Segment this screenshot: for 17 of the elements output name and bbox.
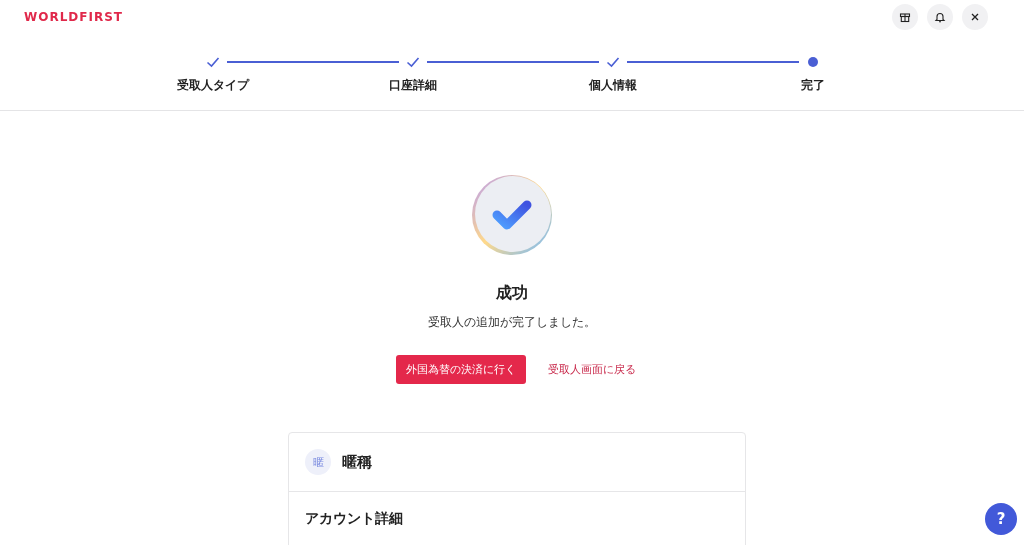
success-check-icon xyxy=(470,173,554,257)
recipient-avatar: 暱 xyxy=(305,449,331,475)
recipient-name: 暱稱 xyxy=(342,452,372,472)
go-to-fx-payment-button[interactable]: 外国為替の決済に行く xyxy=(396,355,526,384)
back-to-recipients-link[interactable]: 受取人画面に戻る xyxy=(548,362,636,377)
step-label: 口座詳細 xyxy=(389,77,437,94)
gift-icon[interactable] xyxy=(892,4,918,30)
brand-logo[interactable]: WORLDFIRST xyxy=(24,10,123,24)
close-icon[interactable] xyxy=(962,4,988,30)
step-label: 完了 xyxy=(801,77,825,94)
step-label: 個人情報 xyxy=(589,77,637,94)
step-label: 受取人タイプ xyxy=(177,77,249,94)
section-title: アカウント詳細 xyxy=(305,510,403,526)
success-title: 成功 xyxy=(496,283,528,304)
success-message: 受取人の追加が完了しました。 xyxy=(428,314,596,331)
help-button[interactable]: ? xyxy=(985,503,1017,535)
notification-bell-icon[interactable] xyxy=(927,4,953,30)
